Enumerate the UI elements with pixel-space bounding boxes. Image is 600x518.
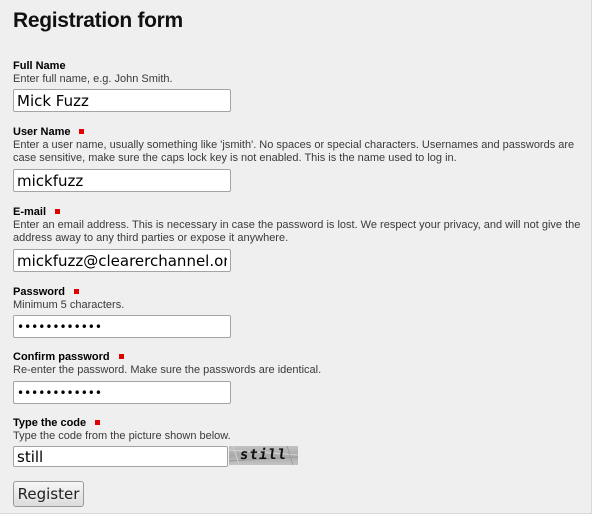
confirm-password-hint: Re-enter the password. Make sure the pas… bbox=[13, 364, 322, 376]
register-button[interactable]: Register bbox=[13, 481, 84, 507]
form-title: Registration form bbox=[13, 9, 183, 32]
user-name-input[interactable] bbox=[13, 169, 231, 192]
password-label-text: Password bbox=[13, 286, 65, 298]
full-name-hint: Enter full name, e.g. John Smith. bbox=[13, 73, 173, 85]
password-hint: Minimum 5 characters. bbox=[13, 299, 125, 311]
required-marker bbox=[79, 129, 85, 134]
password-label: Password bbox=[13, 286, 79, 298]
confirm-password-input[interactable] bbox=[13, 381, 231, 404]
required-marker bbox=[73, 289, 79, 294]
full-name-label: Full Name bbox=[13, 60, 66, 72]
confirm-password-label-text: Confirm password bbox=[13, 351, 110, 363]
captcha-image: still bbox=[229, 446, 298, 465]
code-input[interactable] bbox=[13, 446, 228, 467]
full-name-input[interactable] bbox=[13, 89, 231, 112]
required-marker bbox=[95, 420, 101, 425]
user-name-hint: Enter a user name, usually something lik… bbox=[13, 139, 575, 164]
code-hint: Type the code from the picture shown bel… bbox=[13, 430, 231, 442]
code-label-text: Type the code bbox=[13, 417, 87, 429]
required-marker bbox=[55, 209, 61, 214]
password-input[interactable] bbox=[13, 315, 231, 338]
captcha-text: still bbox=[238, 447, 289, 463]
email-label: E-mail bbox=[13, 206, 61, 218]
user-name-label: User Name bbox=[13, 126, 85, 138]
required-marker bbox=[118, 354, 124, 359]
full-name-label-text: Full Name bbox=[13, 60, 66, 72]
code-label: Type the code bbox=[13, 417, 101, 429]
email-hint: Enter an email address. This is necessar… bbox=[13, 219, 581, 244]
email-input[interactable] bbox=[13, 249, 231, 272]
email-label-text: E-mail bbox=[13, 206, 47, 218]
registration-panel: Registration form Full Name Enter full n… bbox=[0, 0, 592, 514]
user-name-label-text: User Name bbox=[13, 126, 71, 138]
confirm-password-label: Confirm password bbox=[13, 351, 124, 363]
